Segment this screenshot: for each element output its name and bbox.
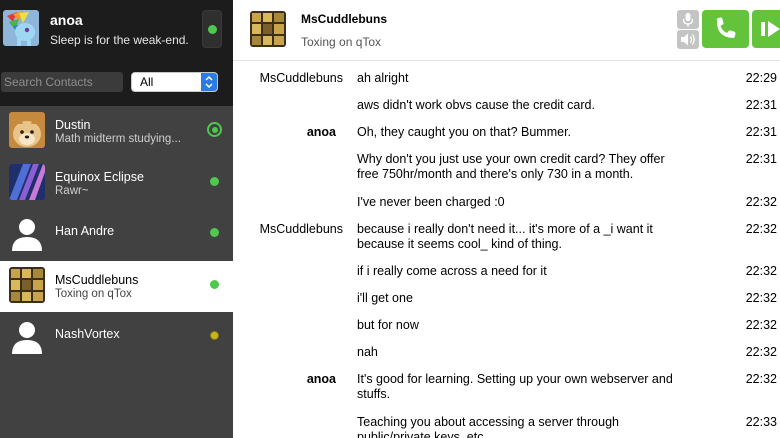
message-text: nah — [357, 345, 378, 359]
contact-item-han-andre[interactable]: Han Andre — [0, 209, 233, 261]
contact-avatar — [9, 112, 45, 148]
contact-name: NashVortex — [55, 327, 120, 341]
contact-avatar — [9, 266, 45, 303]
contact-item-dustin[interactable]: Dustin Math midterm studying... — [0, 106, 233, 158]
message-author: anoa — [306, 372, 336, 386]
message-timestamp: 22:32 — [745, 222, 777, 236]
message-text: but for now — [357, 318, 419, 332]
message-text: because i really don't need it... it's m… — [357, 222, 653, 251]
microphone-button[interactable] — [677, 10, 699, 29]
message-timestamp: 22:33 — [745, 415, 777, 429]
chat-panel: MsCuddlebuns Toxing on qTox MsCuddlebuns… — [233, 0, 780, 438]
contact-status-message: Math midterm studying... — [55, 133, 181, 145]
select-arrows-icon — [201, 73, 217, 91]
video-call-button[interactable] — [752, 10, 780, 48]
online-status-icon — [210, 279, 219, 289]
message-timestamp: 22:32 — [745, 345, 777, 359]
chat-contact-status: Toxing on qTox — [301, 35, 382, 49]
contact-status-message: Toxing on qTox — [55, 287, 132, 300]
contact-name: Equinox Eclipse — [55, 169, 144, 184]
message-list: MsCuddlebuns ah alright 22:29 aws didn't… — [233, 61, 780, 438]
message-timestamp: 22:32 — [745, 291, 777, 305]
message-text: Teaching you about accessing a server th… — [357, 415, 619, 438]
self-profile-panel: anoa Sleep is for the weak-end. — [0, 0, 233, 62]
message-text: i'll get one — [357, 291, 413, 305]
contact-name: Han Andre — [55, 224, 115, 238]
message-timestamp: 22:29 — [745, 71, 777, 85]
message-text: Oh, they caught you on that? Bummer. — [357, 125, 572, 139]
volume-button[interactable] — [677, 30, 699, 49]
message-timestamp: 22:31 — [745, 125, 777, 139]
sidebar: anoa Sleep is for the weak-end. All — [0, 0, 233, 438]
speaker-icon — [677, 33, 699, 53]
message-text: aws didn't work obvs cause the credit ca… — [357, 98, 595, 112]
contact-filter-select[interactable]: All — [131, 72, 218, 92]
contact-name: MsCuddlebuns — [55, 272, 139, 287]
message-author: MsCuddlebuns — [259, 71, 343, 85]
search-contacts-input[interactable] — [1, 72, 123, 92]
phone-icon — [702, 17, 749, 52]
contact-avatar — [9, 163, 45, 200]
self-status-button[interactable] — [202, 10, 222, 48]
online-status-icon — [210, 176, 219, 186]
default-avatar-icon — [9, 215, 45, 251]
contact-item-mscuddlebuns[interactable]: MsCuddlebuns Toxing on qTox — [0, 260, 233, 312]
contact-name: Dustin — [55, 118, 91, 132]
contact-list: Dustin Math midterm studying... Equinox … — [0, 106, 233, 364]
contact-status-message: Rawr~ — [55, 184, 89, 197]
chat-contact-avatar — [250, 11, 286, 47]
audio-call-button[interactable] — [702, 10, 749, 48]
contact-item-equinox-eclipse[interactable]: Equinox Eclipse Rawr~ — [0, 158, 233, 210]
message-timestamp: 22:31 — [745, 152, 777, 166]
filter-selected-value: All — [140, 75, 154, 89]
chat-header: MsCuddlebuns Toxing on qTox — [233, 0, 780, 61]
message-text: I've never been charged :0 — [357, 195, 505, 209]
online-status-icon — [208, 25, 217, 34]
video-icon — [752, 21, 780, 52]
message-text: It's good for learning. Setting up your … — [357, 372, 673, 401]
message-timestamp: 22:31 — [745, 98, 777, 112]
self-name[interactable]: anoa — [50, 12, 83, 28]
chat-contact-name: MsCuddlebuns — [301, 12, 387, 26]
default-avatar-icon — [9, 318, 45, 354]
contact-item-nashvortex[interactable]: NashVortex — [0, 312, 233, 364]
online-status-icon — [207, 122, 222, 137]
message-author: MsCuddlebuns — [259, 222, 343, 236]
message-author: anoa — [306, 125, 336, 139]
message-timestamp: 22:32 — [745, 318, 777, 332]
self-status-message[interactable]: Sleep is for the weak-end. — [50, 33, 189, 47]
message-timestamp: 22:32 — [745, 195, 777, 209]
message-text: if i really come across a need for it — [357, 264, 547, 278]
message-text: Why don't you just use your own credit c… — [357, 152, 665, 181]
away-status-icon — [210, 331, 219, 340]
message-timestamp: 22:32 — [745, 372, 777, 386]
message-text: ah alright — [357, 71, 409, 85]
online-status-icon — [210, 228, 219, 237]
message-timestamp: 22:32 — [745, 264, 777, 278]
self-avatar[interactable] — [3, 10, 39, 46]
